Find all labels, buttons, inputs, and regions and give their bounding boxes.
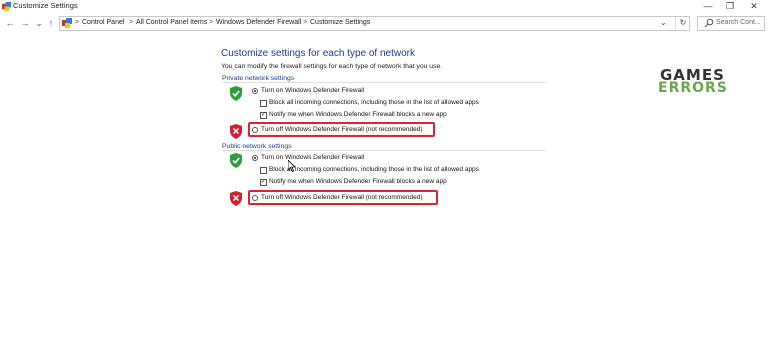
green-shield-check-icon bbox=[230, 153, 242, 168]
breadcrumb-separator: > bbox=[75, 19, 80, 26]
private-turn-on-radio[interactable] bbox=[252, 88, 258, 94]
private-turn-on-label[interactable]: Turn on Windows Defender Firewall bbox=[261, 87, 364, 94]
control-panel-icon bbox=[62, 18, 72, 28]
green-shield-check-icon bbox=[230, 86, 242, 101]
private-block-all-label[interactable]: Block all incoming connections, includin… bbox=[269, 99, 479, 106]
breadcrumb-customize-settings[interactable]: Customize Settings bbox=[310, 19, 370, 26]
public-block-all-checkbox[interactable] bbox=[260, 167, 267, 174]
mouse-cursor-icon bbox=[288, 160, 296, 172]
public-notify-label[interactable]: Notify me when Windows Defender Firewall… bbox=[269, 178, 447, 185]
search-input[interactable]: Search Cont... bbox=[716, 19, 761, 26]
page-title: Customize settings for each type of netw… bbox=[221, 48, 415, 59]
public-notify-checkbox[interactable]: ✓ bbox=[260, 179, 267, 186]
games-errors-logo: ERRORS bbox=[658, 80, 728, 96]
breadcrumb-firewall[interactable]: Windows Defender Firewall bbox=[216, 19, 301, 26]
up-button[interactable]: ↑ bbox=[46, 17, 56, 29]
public-turn-on-label[interactable]: Turn on Windows Defender Firewall bbox=[261, 154, 364, 161]
page-description: You can modify the firewall settings for… bbox=[221, 63, 443, 70]
public-block-all-label[interactable]: Block all incoming connections, includin… bbox=[269, 166, 479, 173]
red-shield-x-icon bbox=[230, 191, 242, 206]
private-block-all-checkbox[interactable] bbox=[260, 100, 267, 107]
minimize-button[interactable]: — bbox=[697, 0, 719, 13]
section-divider bbox=[222, 82, 546, 83]
refresh-button[interactable]: ↻ bbox=[675, 17, 690, 30]
breadcrumb-separator: > bbox=[129, 19, 134, 26]
public-turn-off-radio[interactable] bbox=[252, 195, 258, 201]
forward-button[interactable]: → bbox=[20, 17, 30, 29]
private-turn-off-radio[interactable] bbox=[252, 127, 258, 133]
recent-locations-button[interactable]: ⌄ bbox=[34, 17, 44, 29]
maximize-button[interactable]: ❐ bbox=[719, 0, 741, 13]
private-turn-off-label[interactable]: Turn off Windows Defender Firewall (not … bbox=[261, 126, 422, 133]
chevron-down-icon[interactable]: ⌄ bbox=[660, 18, 667, 27]
title-bar bbox=[0, 0, 768, 14]
breadcrumb-separator: > bbox=[303, 19, 308, 26]
public-turn-off-label[interactable]: Turn off Windows Defender Firewall (not … bbox=[261, 194, 422, 201]
window-title: Customize Settings bbox=[13, 1, 78, 10]
private-section-title: Private network settings bbox=[222, 75, 295, 82]
red-shield-x-icon bbox=[230, 124, 242, 139]
public-section-title: Public network settings bbox=[222, 143, 292, 150]
search-icon bbox=[704, 18, 714, 28]
back-button[interactable]: ← bbox=[5, 17, 15, 29]
breadcrumb-control-panel[interactable]: Control Panel bbox=[82, 19, 124, 26]
control-panel-icon bbox=[2, 2, 11, 11]
breadcrumb-all-items[interactable]: All Control Panel Items bbox=[136, 19, 207, 26]
section-divider bbox=[222, 150, 546, 151]
private-notify-checkbox[interactable]: ✓ bbox=[260, 112, 267, 119]
public-turn-on-radio[interactable] bbox=[252, 155, 258, 161]
close-button[interactable]: ✕ bbox=[743, 0, 765, 13]
breadcrumb-separator: > bbox=[209, 19, 214, 26]
private-notify-label[interactable]: Notify me when Windows Defender Firewall… bbox=[269, 111, 447, 118]
